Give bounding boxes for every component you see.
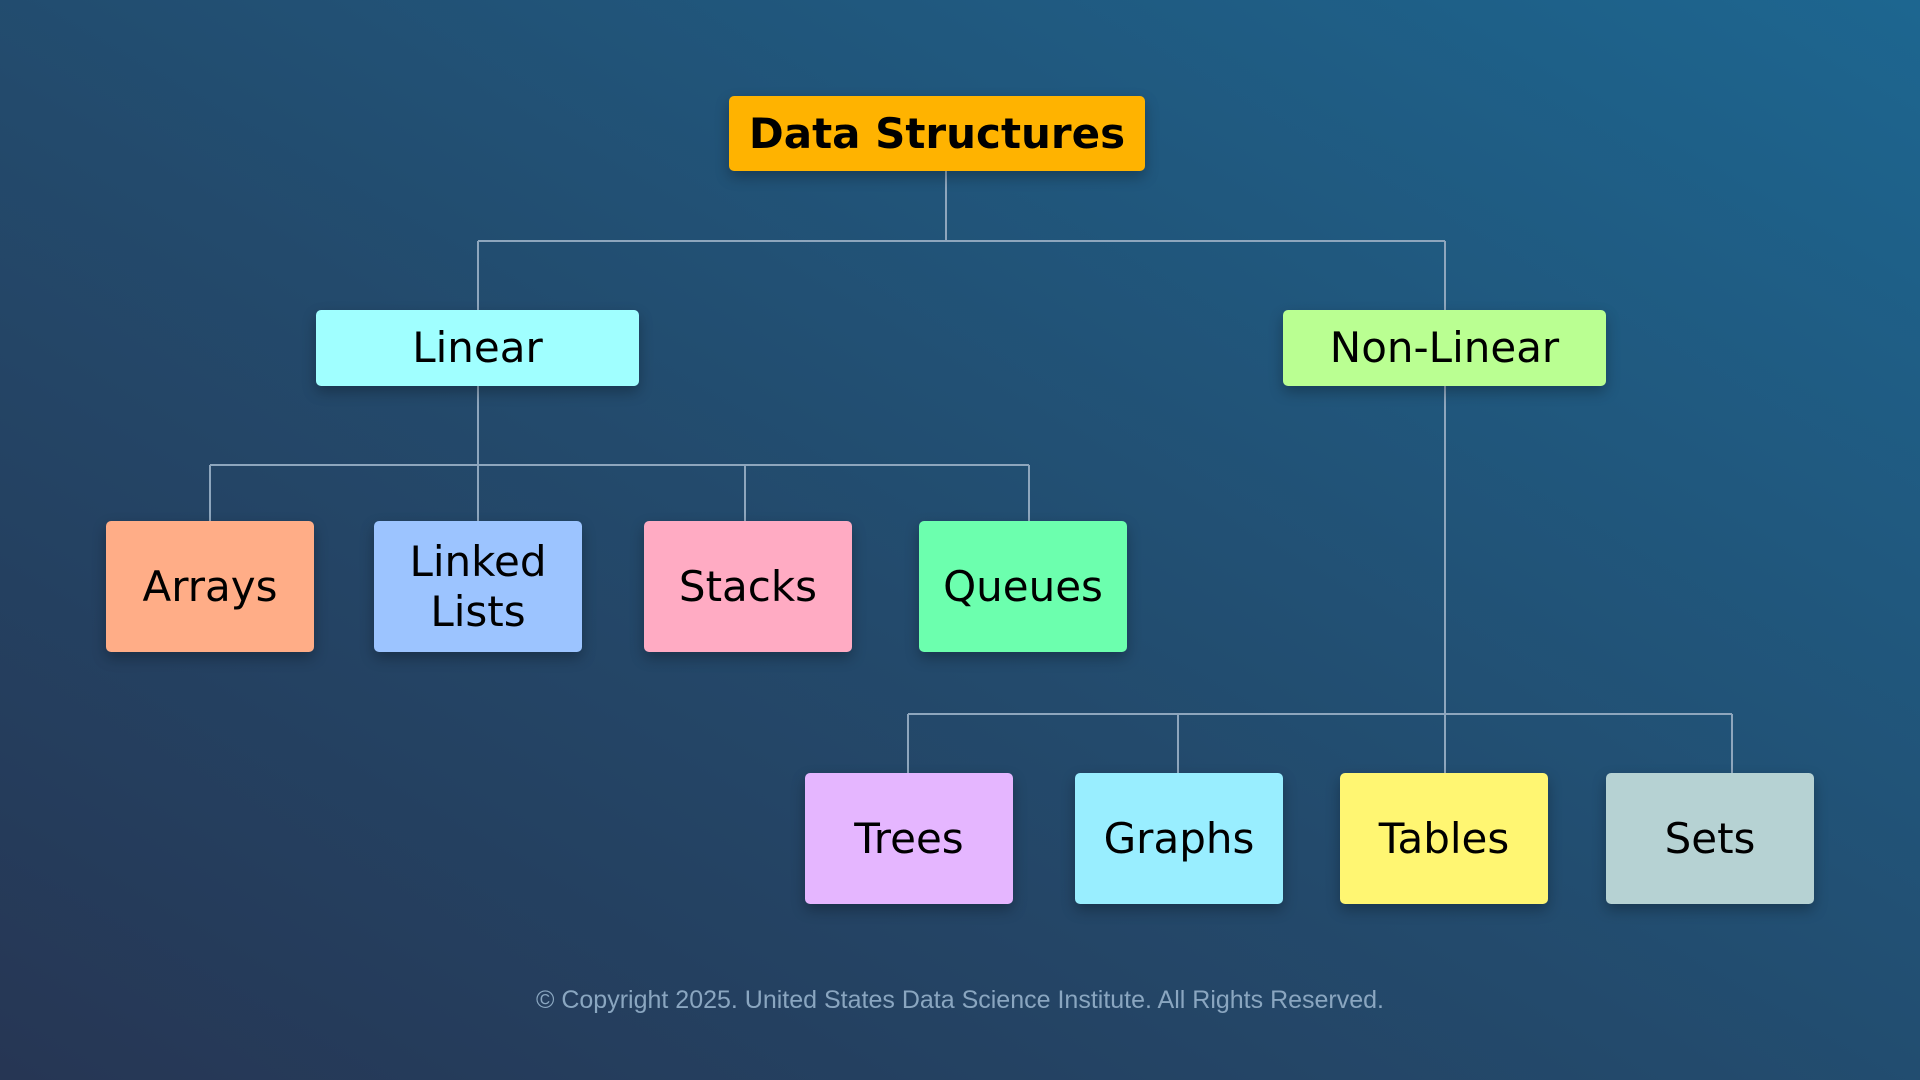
node-label: Data Structures bbox=[748, 108, 1126, 158]
node-linear: Linear bbox=[316, 310, 639, 386]
node-label: Sets bbox=[1664, 813, 1756, 863]
connector-linear-to-children bbox=[209, 386, 1030, 521]
node-linked-lists: Linked Lists bbox=[374, 521, 582, 652]
node-label: Graphs bbox=[1103, 813, 1255, 863]
node-label: Linear bbox=[412, 323, 543, 372]
node-graphs: Graphs bbox=[1075, 773, 1283, 904]
node-tables: Tables bbox=[1340, 773, 1548, 904]
node-data-structures: Data Structures bbox=[729, 96, 1145, 171]
node-label: Linked Lists bbox=[409, 536, 547, 636]
node-label: Tables bbox=[1378, 813, 1510, 863]
node-label: Trees bbox=[854, 813, 964, 863]
node-label: Queues bbox=[943, 561, 1103, 611]
node-trees: Trees bbox=[805, 773, 1013, 904]
node-sets: Sets bbox=[1606, 773, 1814, 904]
copyright-footer: © Copyright 2025. United States Data Sci… bbox=[535, 986, 1385, 1014]
connector-root-to-categories bbox=[477, 171, 1446, 310]
node-non-linear: Non-Linear bbox=[1283, 310, 1606, 386]
node-queues: Queues bbox=[919, 521, 1127, 652]
node-label: Arrays bbox=[142, 561, 278, 611]
node-arrays: Arrays bbox=[106, 521, 314, 652]
node-label: Stacks bbox=[678, 561, 818, 611]
node-stacks: Stacks bbox=[644, 521, 852, 652]
node-label: Non-Linear bbox=[1329, 323, 1560, 372]
